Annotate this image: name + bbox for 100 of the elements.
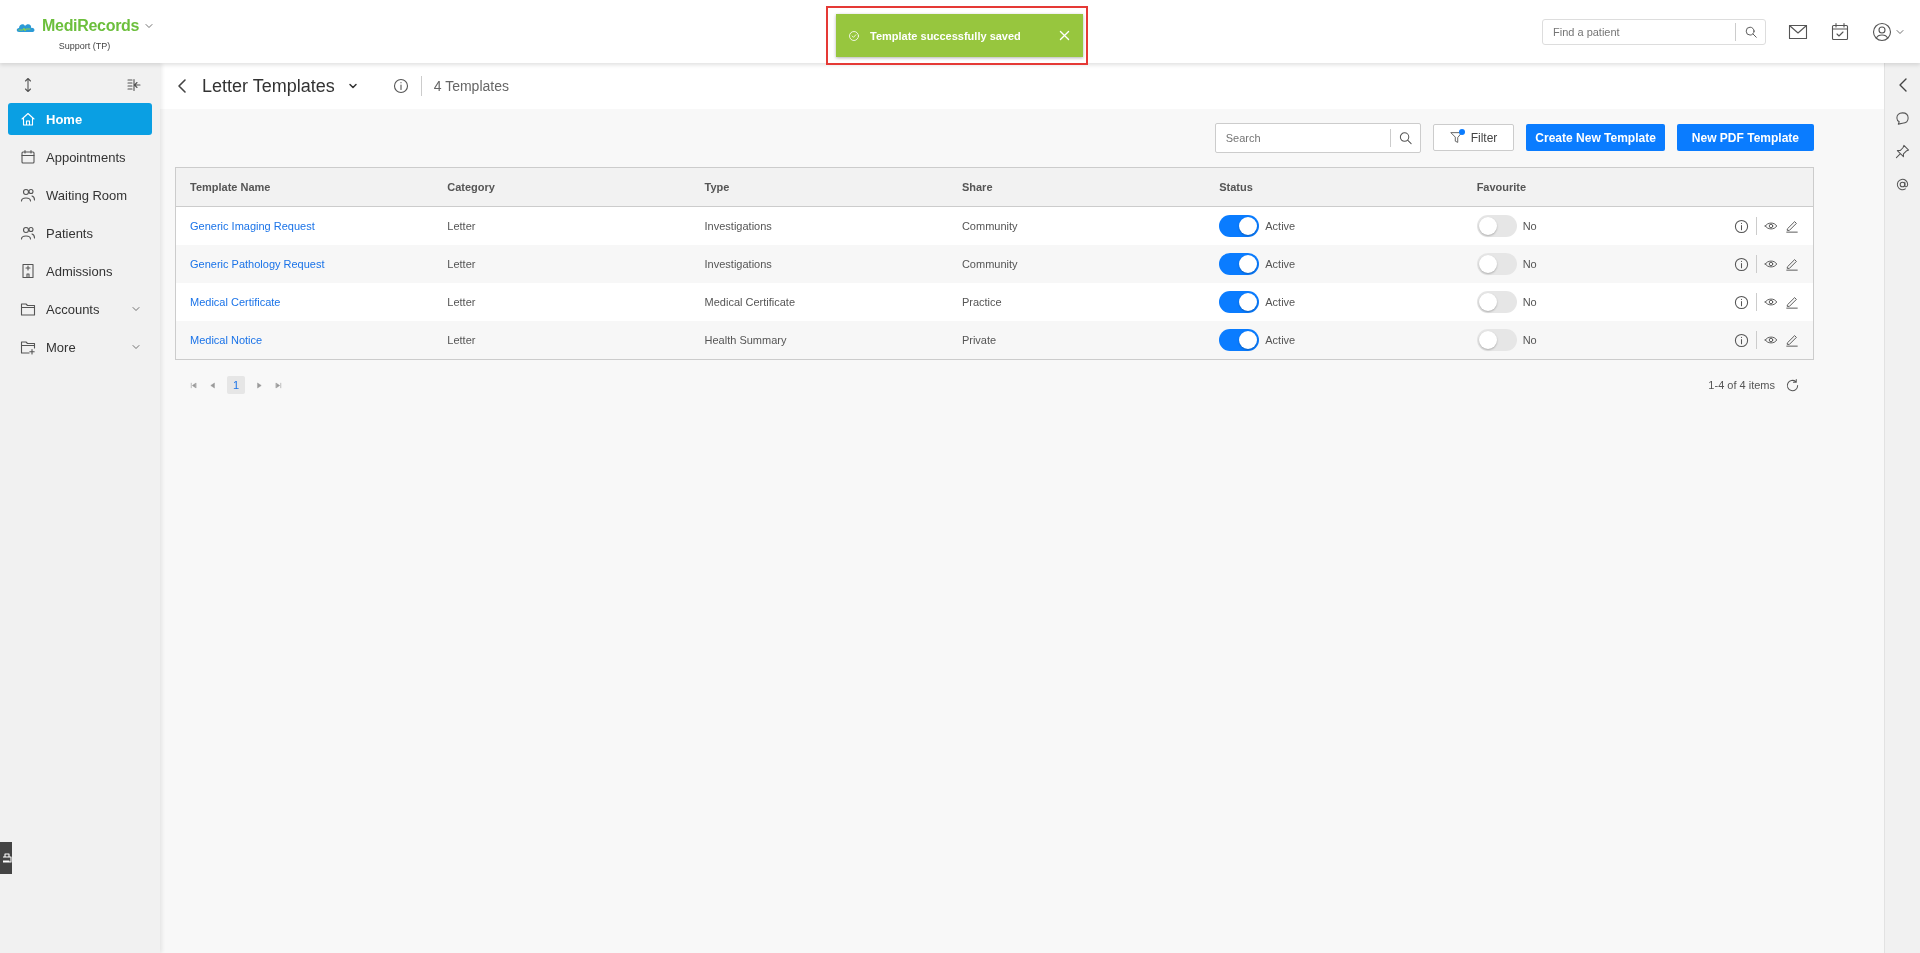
people-icon: [20, 187, 36, 203]
next-page-icon: [255, 380, 265, 390]
page-title: Letter Templates: [202, 75, 335, 97]
sidebar-item[interactable]: Waiting Room: [8, 179, 152, 211]
funnel-icon: [1449, 131, 1463, 144]
pencil-icon: [1785, 295, 1799, 309]
status-toggle[interactable]: [1219, 329, 1260, 351]
sidebar-item[interactable]: Admissions: [8, 255, 152, 287]
pin-icon[interactable]: [1895, 144, 1910, 159]
info-button[interactable]: [1734, 332, 1749, 348]
pencil-icon: [1785, 257, 1799, 271]
info-button[interactable]: [1734, 294, 1749, 310]
edit-button[interactable]: [1785, 295, 1799, 309]
folder-icon: [20, 301, 36, 317]
status-toggle[interactable]: [1219, 291, 1260, 313]
column-header: Share: [947, 167, 1206, 207]
chat-bubble-icon[interactable]: [1895, 111, 1910, 126]
pencil-icon: [1785, 219, 1799, 233]
search-icon: [1744, 24, 1758, 39]
template-link[interactable]: Medical Notice: [190, 334, 263, 346]
eye-icon: [1764, 257, 1778, 271]
table-cell: Health Summary: [690, 321, 948, 360]
items-summary: 1-4 of 4 items: [1708, 379, 1775, 391]
patient-search-field[interactable]: Find a patient: [1542, 18, 1766, 45]
building-icon: [20, 263, 36, 279]
pencil-icon: [1785, 333, 1799, 347]
table-cell: Investigations: [690, 206, 948, 245]
check-circle-icon: [848, 29, 860, 42]
calendar-icon: [20, 149, 36, 165]
table-cell: Letter: [433, 206, 691, 245]
template-link[interactable]: Medical Certificate: [190, 296, 281, 308]
sidebar-item[interactable]: Patients: [8, 217, 152, 249]
info-button[interactable]: [1734, 218, 1749, 234]
sidebar-item[interactable]: More: [8, 331, 152, 363]
favourite-toggle[interactable]: [1476, 329, 1517, 351]
brand-name: MediRecords: [42, 16, 140, 35]
sidebar-item[interactable]: Appointments: [8, 141, 152, 173]
status-toggle[interactable]: [1219, 253, 1260, 275]
column-header: Favourite: [1462, 167, 1720, 207]
user-avatar-icon[interactable]: [1872, 21, 1892, 42]
filter-button[interactable]: Filter: [1432, 124, 1515, 151]
eye-icon: [1764, 295, 1778, 309]
table-cell: Letter: [433, 283, 691, 321]
column-header: Category: [433, 167, 691, 207]
home-icon: [20, 111, 36, 127]
sidebar-item[interactable]: Home: [8, 103, 152, 135]
view-button[interactable]: [1764, 219, 1778, 233]
template-link[interactable]: Generic Pathology Request: [190, 258, 325, 270]
view-button[interactable]: [1764, 333, 1778, 347]
refresh-icon: [1785, 377, 1800, 393]
previous-page-button[interactable]: [208, 380, 217, 390]
last-page-icon: [274, 380, 284, 390]
column-header: Status: [1205, 167, 1463, 207]
first-page-icon: [189, 380, 198, 390]
print-button[interactable]: [0, 842, 12, 874]
next-page-button[interactable]: [255, 380, 265, 390]
table-cell: Letter: [433, 245, 691, 283]
search-icon: [1397, 130, 1413, 146]
favourite-label: No: [1522, 334, 1537, 346]
info-icon: [1734, 294, 1749, 310]
eye-icon: [1764, 219, 1778, 233]
status-label: Active: [1265, 334, 1296, 346]
search-field[interactable]: Search: [1214, 123, 1421, 153]
edit-button[interactable]: [1785, 219, 1799, 233]
table-cell: Letter: [433, 321, 691, 360]
primary-button[interactable]: New PDF Template: [1676, 124, 1814, 151]
close-icon: [1058, 29, 1071, 42]
view-button[interactable]: [1764, 257, 1778, 271]
template-link[interactable]: Generic Imaging Request: [190, 220, 315, 232]
folder-plus-icon: [20, 339, 36, 355]
column-header: Template Name: [175, 167, 434, 207]
practice-name: Support (TP): [58, 40, 111, 51]
info-icon: [1734, 218, 1749, 234]
status-label: Active: [1265, 296, 1296, 308]
edit-button[interactable]: [1785, 333, 1799, 347]
sidebar-item[interactable]: Accounts: [8, 293, 152, 325]
info-icon[interactable]: [392, 78, 409, 94]
column-header: Type: [690, 167, 948, 207]
page-button[interactable]: 1: [227, 376, 246, 394]
refresh-button[interactable]: [1785, 377, 1800, 393]
favourite-label: No: [1522, 258, 1537, 270]
view-button[interactable]: [1764, 295, 1778, 309]
favourite-toggle[interactable]: [1476, 291, 1517, 313]
favourite-toggle[interactable]: [1476, 253, 1517, 275]
collapse-menu-icon[interactable]: [126, 77, 142, 93]
printer-icon: [3, 853, 12, 863]
table-cell: Investigations: [690, 245, 948, 283]
info-icon: [1734, 332, 1749, 348]
toast-message: Template successfully saved: [870, 29, 1022, 42]
primary-button[interactable]: Create New Template: [1526, 124, 1665, 151]
info-button[interactable]: [1734, 256, 1749, 272]
at-sign-icon[interactable]: [1895, 177, 1910, 192]
status-label: Active: [1265, 258, 1296, 270]
status-toggle[interactable]: [1219, 215, 1260, 237]
calendar-check-icon[interactable]: [1830, 21, 1850, 42]
info-icon: [1734, 256, 1749, 272]
edit-button[interactable]: [1785, 257, 1799, 271]
previous-page-icon: [208, 380, 217, 390]
favourite-toggle[interactable]: [1476, 215, 1517, 237]
eye-icon: [1764, 333, 1778, 347]
